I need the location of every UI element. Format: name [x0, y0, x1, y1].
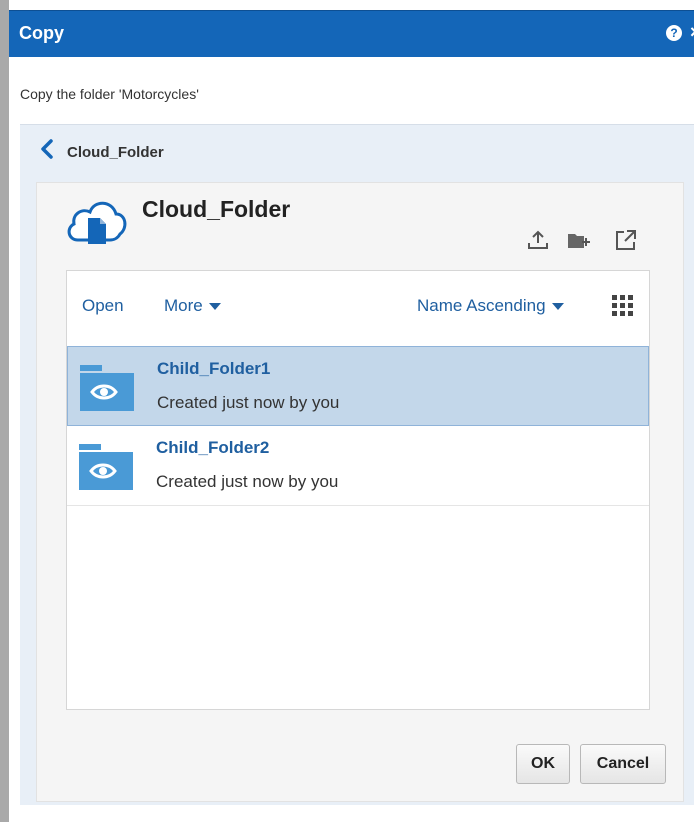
item-name[interactable]: Child_Folder2 — [156, 438, 269, 458]
cancel-button[interactable]: Cancel — [580, 744, 666, 784]
folder-heading: Cloud_Folder — [142, 196, 291, 222]
more-label: More — [164, 296, 203, 315]
more-menu[interactable]: More — [164, 296, 221, 316]
shared-folder-icon — [80, 365, 134, 411]
dialog-description: Copy the folder 'Motorcycles' — [20, 86, 199, 102]
ok-button[interactable]: OK — [516, 744, 570, 784]
open-external-icon[interactable] — [614, 228, 638, 252]
item-name[interactable]: Child_Folder1 — [157, 359, 270, 379]
item-meta: Created just now by you — [157, 393, 340, 412]
cloud-document-icon — [67, 201, 127, 244]
shared-folder-icon — [79, 444, 133, 490]
upload-icon[interactable] — [526, 228, 550, 252]
dialog-titlebar: Copy ? × — [9, 10, 694, 57]
list-item[interactable]: Child_Folder2 Created just now by you — [67, 426, 649, 506]
sort-label: Name Ascending — [417, 296, 546, 315]
chevron-down-icon — [551, 303, 564, 311]
chevron-left-icon[interactable] — [37, 138, 59, 160]
open-button[interactable]: Open — [82, 296, 124, 316]
new-folder-icon[interactable] — [566, 228, 590, 252]
breadcrumb[interactable]: Cloud_Folder — [67, 144, 164, 161]
item-meta: Created just now by you — [156, 472, 339, 491]
chevron-down-icon — [208, 303, 221, 311]
dialog-title: Copy — [19, 23, 64, 43]
sort-menu[interactable]: Name Ascending — [417, 296, 564, 316]
list-item[interactable]: Child_Folder1 Created just now by you — [67, 346, 649, 426]
grid-view-icon[interactable] — [610, 293, 636, 319]
close-icon[interactable]: × — [690, 22, 694, 43]
help-icon[interactable]: ? — [666, 25, 682, 41]
